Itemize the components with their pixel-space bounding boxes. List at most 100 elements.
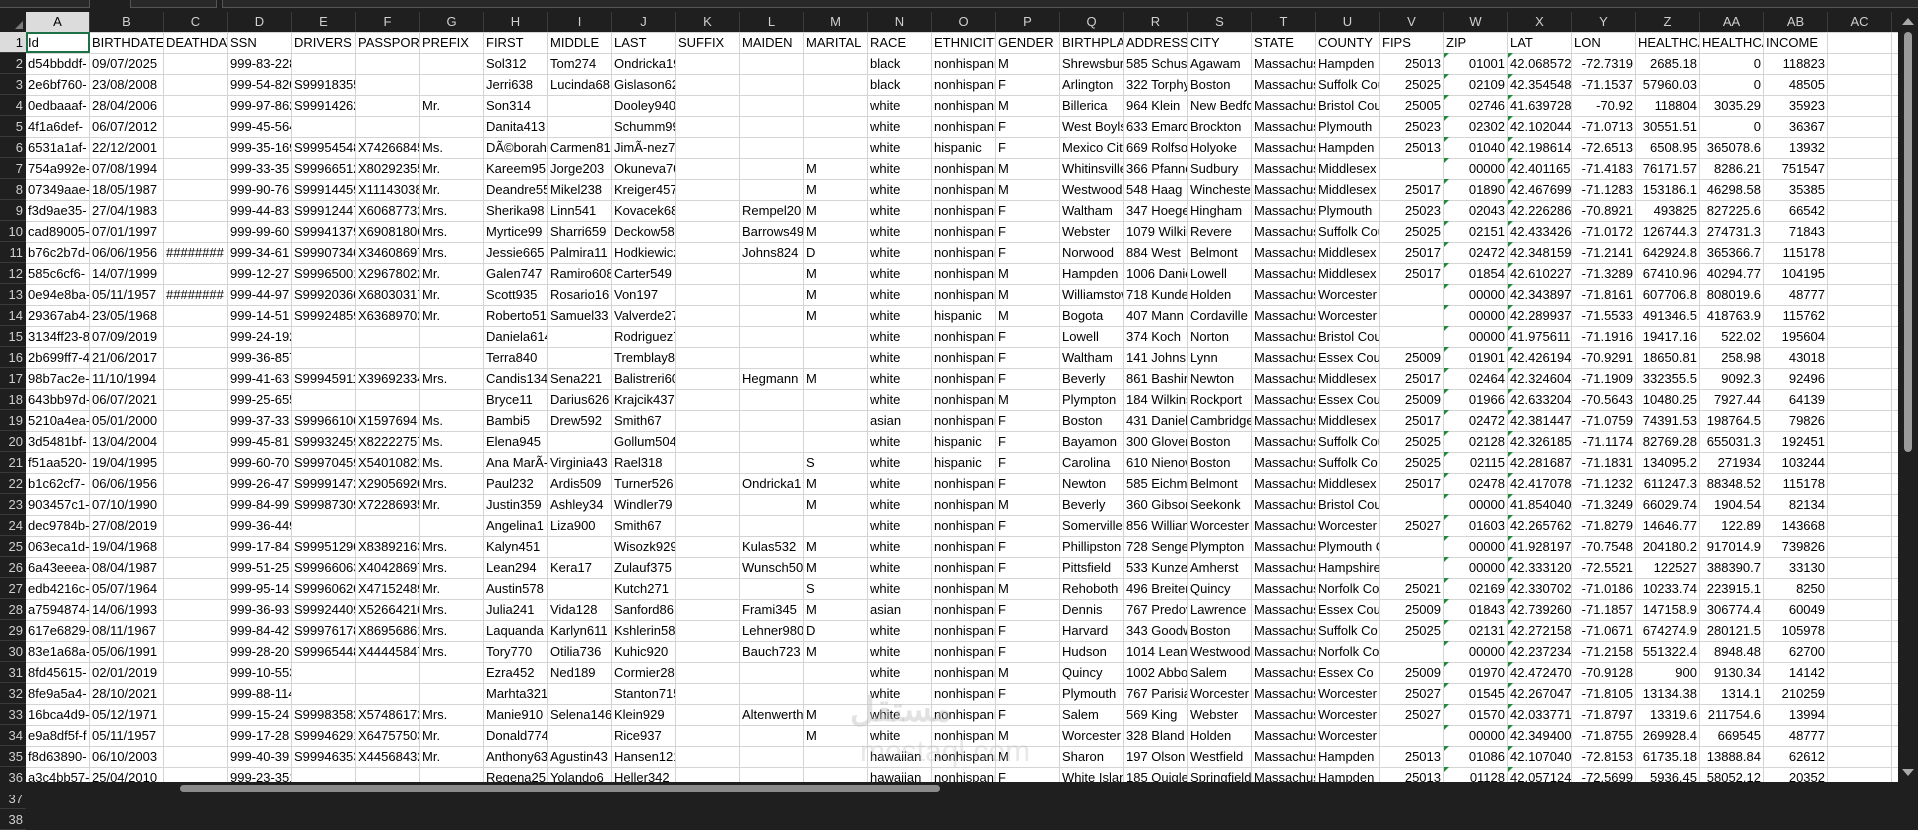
cell[interactable]: nonhispanic	[932, 746, 996, 767]
cell[interactable]: LAST	[612, 32, 676, 53]
cell[interactable]	[804, 662, 868, 683]
cell[interactable]: Zulauf375	[612, 557, 676, 578]
cell[interactable]: Massachusetts	[1252, 116, 1316, 137]
cell[interactable]: F	[996, 641, 1060, 662]
cell[interactable]: LON	[1572, 32, 1636, 53]
cell[interactable]: Marhta321	[484, 683, 548, 704]
cell[interactable]	[676, 473, 740, 494]
cell[interactable]: 35923	[1764, 95, 1828, 116]
cell[interactable]: Brockton	[1188, 116, 1252, 137]
row-header[interactable]: 1	[0, 32, 26, 53]
cell[interactable]: white	[868, 704, 932, 725]
cell[interactable]: Massachusetts	[1252, 263, 1316, 284]
cell[interactable]: 328 Bland	[1124, 725, 1188, 746]
column-header-e[interactable]: E	[292, 12, 356, 32]
cell[interactable]	[740, 389, 804, 410]
cell[interactable]: 141 Johns	[1124, 347, 1188, 368]
cell[interactable]: 02/01/2019	[90, 662, 164, 683]
cell[interactable]: f3d9ae35-	[26, 200, 90, 221]
cell[interactable]: 67410.96	[1636, 263, 1700, 284]
cell[interactable]: 25027	[1380, 683, 1444, 704]
cell[interactable]	[740, 494, 804, 515]
cell[interactable]: LAT	[1508, 32, 1572, 53]
cell[interactable]	[548, 326, 612, 347]
cell[interactable]	[164, 368, 228, 389]
cell[interactable]: Salem	[1188, 662, 1252, 683]
cell[interactable]: Massachusetts	[1252, 305, 1316, 326]
column-header-h[interactable]: H	[484, 12, 548, 32]
cell[interactable]: Massachusetts	[1252, 221, 1316, 242]
cell[interactable]: Norfolk Co	[1316, 578, 1380, 599]
name-box[interactable]	[0, 0, 90, 8]
cell[interactable]: Dennis	[1060, 599, 1124, 620]
cell[interactable]: 05/01/2000	[90, 410, 164, 431]
cell[interactable]: Ardis509	[548, 473, 612, 494]
cell[interactable]	[1380, 641, 1444, 662]
cell[interactable]	[420, 326, 484, 347]
cell[interactable]: DRIVERS	[292, 32, 356, 53]
cell[interactable]: 00000	[1444, 725, 1508, 746]
row-header[interactable]: 25	[0, 536, 26, 557]
cell[interactable]	[1828, 410, 1892, 431]
cell[interactable]: 808019.6	[1700, 284, 1764, 305]
cell[interactable]	[164, 179, 228, 200]
cell[interactable]: 431 Daniel	[1124, 410, 1188, 431]
cell[interactable]: 197 Olson	[1124, 746, 1188, 767]
cell[interactable]	[356, 95, 420, 116]
cell[interactable]: 195604	[1764, 326, 1828, 347]
cell[interactable]: Bayamon	[1060, 431, 1124, 452]
cell[interactable]: Boston	[1188, 620, 1252, 641]
cell[interactable]: 999-15-24	[228, 704, 292, 725]
row-header[interactable]: 33	[0, 704, 26, 725]
cell[interactable]: F	[996, 431, 1060, 452]
cell[interactable]: Essex County	[1316, 599, 1380, 620]
cell[interactable]: 08/04/1987	[90, 557, 164, 578]
cell[interactable]: 999-41-63	[228, 368, 292, 389]
cell[interactable]: white	[868, 620, 932, 641]
cell[interactable]: ########	[164, 284, 228, 305]
row-header[interactable]: 7	[0, 158, 26, 179]
cell[interactable]: 322 Torphy	[1124, 74, 1188, 95]
cell[interactable]: 98b7ac2e-	[26, 368, 90, 389]
cell[interactable]	[1828, 368, 1892, 389]
cell[interactable]: nonhispanic	[932, 116, 996, 137]
cell[interactable]: F	[996, 536, 1060, 557]
cell[interactable]: 42.272158	[1508, 620, 1572, 641]
cell[interactable]: Bryce11	[484, 389, 548, 410]
cell[interactable]: Shrewsbury	[1060, 53, 1124, 74]
cell[interactable]: Billerica	[1060, 95, 1124, 116]
cell[interactable]	[1828, 662, 1892, 683]
cell[interactable]: Tremblay80	[612, 347, 676, 368]
cell[interactable]	[164, 263, 228, 284]
cell[interactable]: Mr.	[420, 95, 484, 116]
cell[interactable]	[740, 746, 804, 767]
cell[interactable]: 02464	[1444, 368, 1508, 389]
cell[interactable]: Massachusetts	[1252, 410, 1316, 431]
cell[interactable]: Worcester County	[1316, 284, 1380, 305]
cell[interactable]	[1380, 725, 1444, 746]
cell[interactable]: Westwood	[1188, 641, 1252, 662]
row-header[interactable]: 9	[0, 200, 26, 221]
cell[interactable]: Massachusetts	[1252, 599, 1316, 620]
cell[interactable]: Danita413	[484, 116, 548, 137]
cell[interactable]	[1380, 326, 1444, 347]
row-header[interactable]: 15	[0, 326, 26, 347]
cell[interactable]: Selena146	[548, 704, 612, 725]
cell[interactable]: 999-12-27	[228, 263, 292, 284]
cell[interactable]: -71.1909	[1572, 368, 1636, 389]
cell[interactable]: West Boylston	[1060, 116, 1124, 137]
cell[interactable]: Massachusetts	[1252, 662, 1316, 683]
cell[interactable]: 25025	[1380, 452, 1444, 473]
cell[interactable]	[804, 389, 868, 410]
cell[interactable]: Agawam	[1188, 53, 1252, 74]
cell[interactable]: white	[868, 389, 932, 410]
cell[interactable]	[804, 326, 868, 347]
cell[interactable]: nonhispanic	[932, 74, 996, 95]
cell[interactable]: Worcester	[1316, 515, 1380, 536]
cell[interactable]: Mrs.	[420, 368, 484, 389]
cell[interactable]: S	[804, 578, 868, 599]
cell[interactable]: 280121.5	[1700, 620, 1764, 641]
cell[interactable]: Mr.	[420, 263, 484, 284]
cell[interactable]: 42.349400	[1508, 725, 1572, 746]
row-header[interactable]: 32	[0, 683, 26, 704]
